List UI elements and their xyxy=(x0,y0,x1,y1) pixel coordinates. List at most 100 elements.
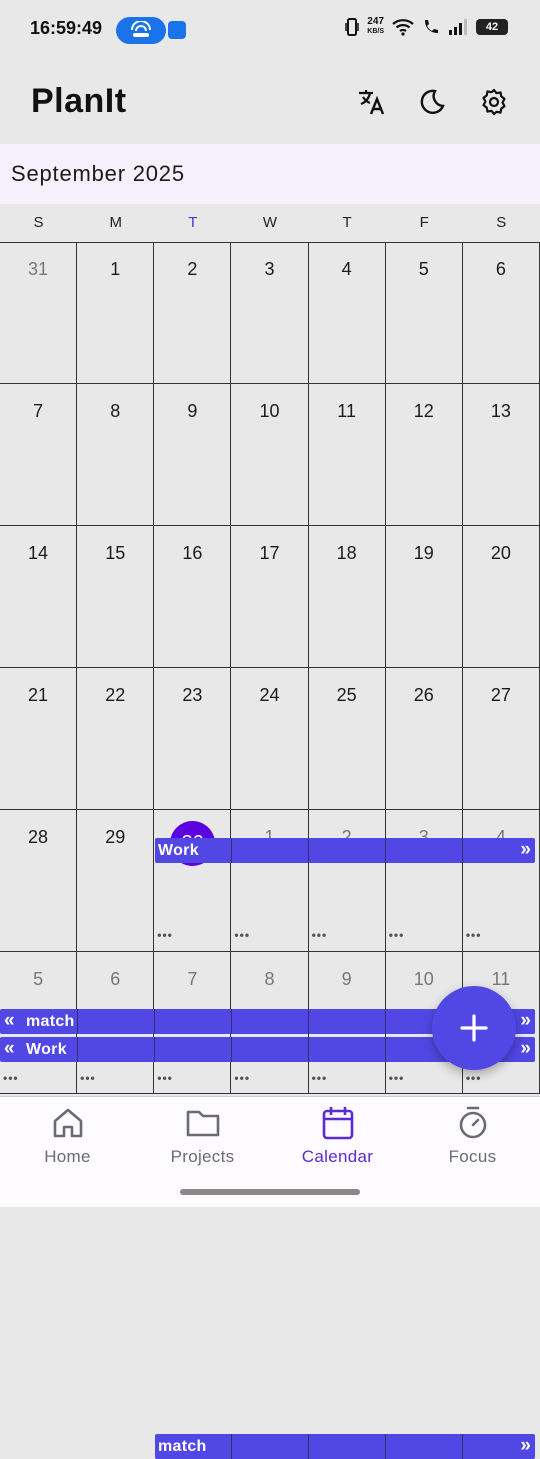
calendar-day-cell[interactable]: 17 xyxy=(231,526,309,668)
calendar-day-cell[interactable]: 1 xyxy=(77,242,155,384)
day-number: 18 xyxy=(336,543,357,563)
calendar-day-cell[interactable]: 2 xyxy=(154,242,232,384)
network-speed: 247 KB/S xyxy=(367,17,384,37)
weekday-label: W xyxy=(262,214,278,231)
event-bar-divider xyxy=(385,1434,386,1459)
event-bar-divider xyxy=(385,1037,386,1062)
more-events-indicator[interactable]: ••• xyxy=(389,928,405,942)
calendar-day-cell[interactable]: 6 xyxy=(462,242,540,384)
event-bar-divider xyxy=(385,838,386,863)
month-header[interactable]: September 2025 xyxy=(0,144,540,204)
more-events-indicator[interactable]: ••• xyxy=(466,928,482,942)
calendar-day-cell[interactable]: 22 xyxy=(77,668,155,810)
calendar-icon xyxy=(322,1107,353,1140)
calendar-day-cell[interactable]: 10 xyxy=(231,384,309,526)
continues-right-icon: » xyxy=(520,839,531,860)
more-events-indicator[interactable]: ••• xyxy=(80,1071,96,1085)
more-events-indicator[interactable]: ••• xyxy=(234,928,250,942)
more-events-indicator[interactable]: ••• xyxy=(312,928,328,942)
calendar-day-cell[interactable]: 18 xyxy=(308,526,386,668)
calendar-day-cell[interactable]: 20 xyxy=(462,526,540,668)
event-label: match xyxy=(158,1438,207,1455)
nav-label-projects: Projects xyxy=(170,1147,235,1166)
day-number: 2 xyxy=(187,259,198,279)
day-number: 23 xyxy=(182,685,203,705)
calendar-day-cell[interactable]: 7 xyxy=(0,384,78,526)
nav-calendar[interactable]: Calendar xyxy=(270,1105,405,1167)
weekday-label: F xyxy=(419,214,429,231)
calendar-day-cell[interactable]: 14 xyxy=(0,526,78,668)
event-bar-divider xyxy=(231,1037,232,1062)
day-number: 13 xyxy=(490,401,511,421)
event-bar-divider xyxy=(77,1037,78,1062)
calendar-day-cell[interactable]: 15 xyxy=(77,526,155,668)
dark-mode-button[interactable] xyxy=(416,86,448,118)
nav-home[interactable]: Home xyxy=(0,1105,135,1167)
settings-button[interactable] xyxy=(478,86,510,118)
day-number: 25 xyxy=(336,685,357,705)
signal-icon xyxy=(449,19,467,35)
day-number: 22 xyxy=(105,685,126,705)
calendar-day-cell[interactable]: 26 xyxy=(385,668,463,810)
status-icons: 247 KB/S 42 xyxy=(345,17,508,37)
vibrate-icon xyxy=(345,18,360,36)
more-events-indicator[interactable]: ••• xyxy=(3,1071,19,1085)
calendar-day-cell[interactable]: 23 xyxy=(154,668,232,810)
day-number: 24 xyxy=(259,685,280,705)
calendar-day-cell[interactable]: 25 xyxy=(308,668,386,810)
add-event-button[interactable] xyxy=(432,986,516,1070)
event-bar[interactable]: match » xyxy=(155,1434,535,1459)
calendar-day-cell[interactable]: 11 xyxy=(308,384,386,526)
calendar-day-cell[interactable]: 3 xyxy=(231,242,309,384)
day-number: 29 xyxy=(105,827,126,847)
calendar-day-cell[interactable]: 9 xyxy=(154,384,232,526)
day-number: 7 xyxy=(187,969,198,989)
day-number: 27 xyxy=(490,685,511,705)
home-indicator[interactable] xyxy=(180,1189,360,1195)
day-number: 6 xyxy=(495,259,506,279)
calendar-day-cell[interactable]: 21 xyxy=(0,668,78,810)
calendar-day-cell[interactable]: 16 xyxy=(154,526,232,668)
timer-icon xyxy=(459,1106,486,1139)
more-events-indicator[interactable]: ••• xyxy=(466,1071,482,1085)
more-events-indicator[interactable]: ••• xyxy=(157,928,173,942)
status-time: 16:59:49 xyxy=(30,18,103,38)
event-bar-divider xyxy=(77,1009,78,1034)
calendar-day-cell[interactable]: 29 xyxy=(77,810,155,952)
calendar-day-cell[interactable]: 12 xyxy=(385,384,463,526)
event-bar[interactable]: Work » xyxy=(155,838,535,863)
settings-icon xyxy=(482,88,506,116)
day-number: 8 xyxy=(110,401,121,421)
calendar-day-cell[interactable]: 28 xyxy=(0,810,78,952)
app-title: PlanIt xyxy=(31,82,127,120)
event-bar-divider xyxy=(231,838,232,863)
calendar-day-cell[interactable]: 19 xyxy=(385,526,463,668)
event-bar-divider xyxy=(308,1009,309,1034)
day-number: 21 xyxy=(28,685,49,705)
day-number: 10 xyxy=(259,401,280,421)
nav-focus[interactable]: Focus xyxy=(405,1105,540,1167)
event-bar-divider xyxy=(462,1434,463,1459)
calendar-day-cell[interactable]: 5 xyxy=(385,242,463,384)
calendar-day-cell[interactable]: 31 xyxy=(0,242,78,384)
day-number: 26 xyxy=(413,685,434,705)
weekday-label: S xyxy=(33,214,44,231)
more-events-indicator[interactable]: ••• xyxy=(157,1071,173,1085)
weekday-header: S M T W T F S xyxy=(0,204,540,243)
day-number: 20 xyxy=(490,543,511,563)
month-label: September 2025 xyxy=(11,161,185,186)
calendar-day-cell[interactable]: 4 xyxy=(308,242,386,384)
nav-projects[interactable]: Projects xyxy=(135,1105,270,1167)
calendar-day-cell[interactable]: 8 xyxy=(77,384,155,526)
calendar-day-cell[interactable]: 13 xyxy=(462,384,540,526)
more-events-indicator[interactable]: ••• xyxy=(389,1071,405,1085)
continues-right-icon: » xyxy=(520,1435,531,1456)
day-number: 6 xyxy=(110,969,121,989)
more-events-indicator[interactable]: ••• xyxy=(312,1071,328,1085)
calendar-day-cell[interactable]: 24 xyxy=(231,668,309,810)
event-label: Work xyxy=(158,842,199,859)
translate-button[interactable] xyxy=(356,86,388,118)
more-events-indicator[interactable]: ••• xyxy=(234,1071,250,1085)
hotspot-indicator xyxy=(116,17,166,44)
calendar-day-cell[interactable]: 27 xyxy=(462,668,540,810)
